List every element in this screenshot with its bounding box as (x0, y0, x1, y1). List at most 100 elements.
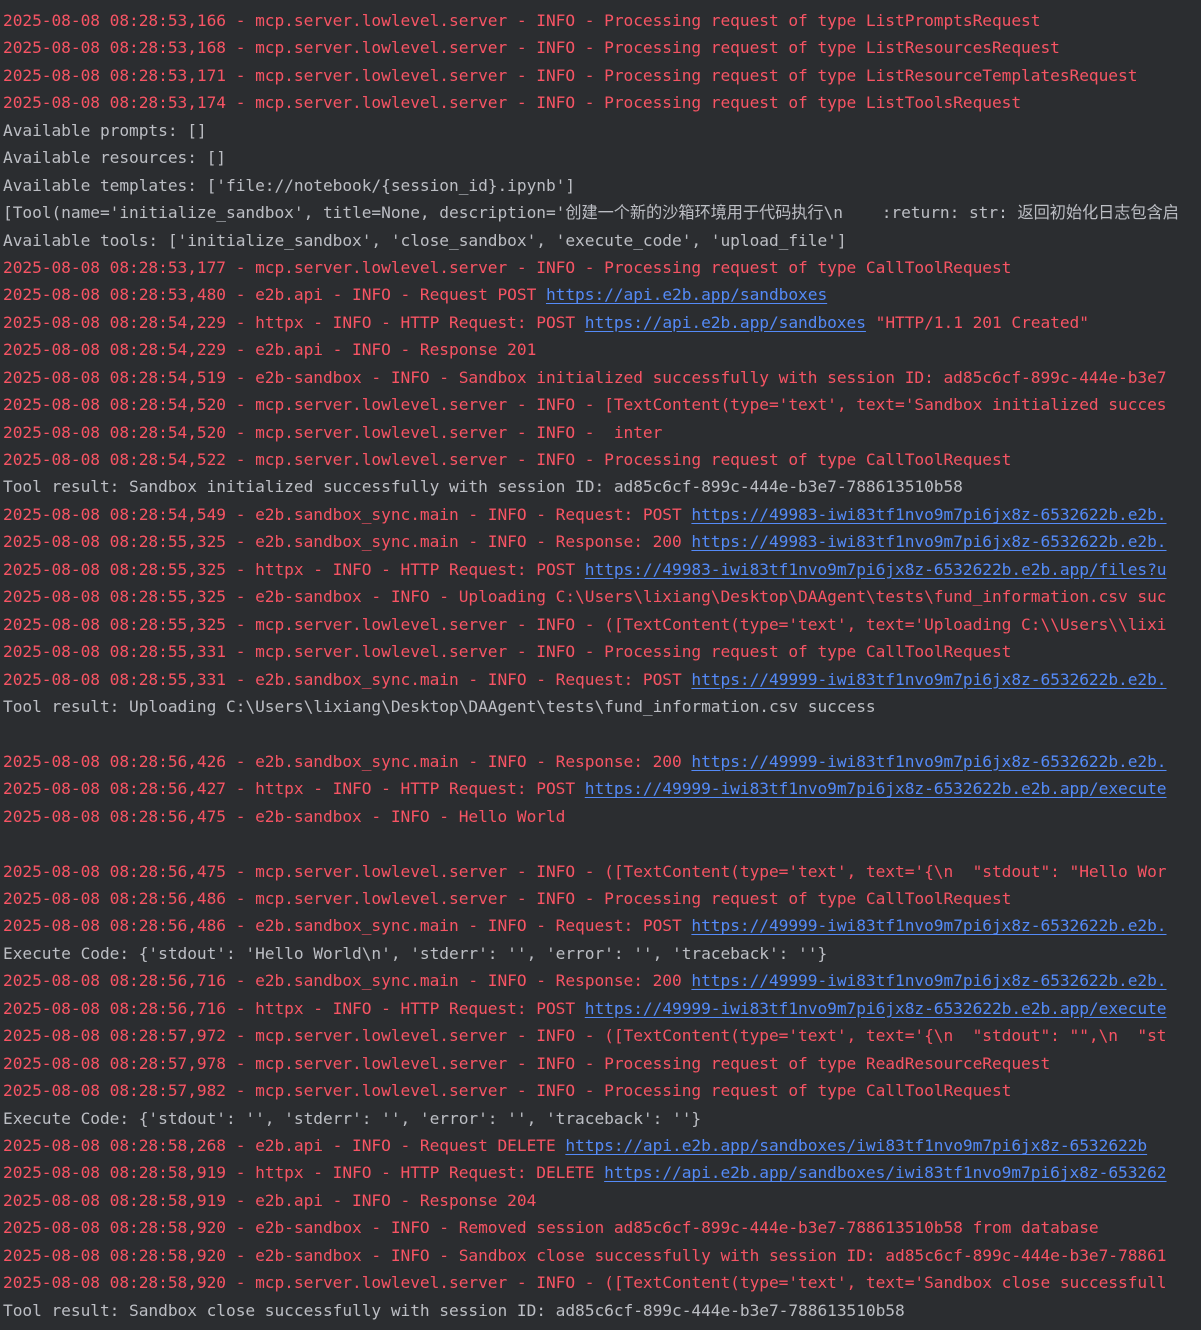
log-text: 2025-08-08 08:28:54,520 - mcp.server.low… (3, 422, 663, 442)
log-text: 2025-08-08 08:28:53,174 - mcp.server.low… (3, 93, 1022, 113)
log-line: 2025-08-08 08:28:55,331 - e2b.sandbox_sy… (0, 666, 1201, 693)
log-text: 2025-08-08 08:28:56,475 - mcp.server.low… (3, 861, 1167, 881)
url-link[interactable]: https://49999-iwi83tf1nvo9m7pi6jx8z-6532… (691, 752, 1166, 771)
url-link[interactable]: https://api.e2b.app/sandboxes (585, 313, 866, 332)
log-line: 2025-08-08 08:28:55,331 - mcp.server.low… (0, 638, 1201, 665)
stdout-line: Execute Code: {'stdout': 'Hello World\n'… (0, 940, 1201, 967)
url-link[interactable]: https://api.e2b.app/sandboxes (546, 285, 827, 304)
log-line: 2025-08-08 08:28:53,480 - e2b.api - INFO… (0, 281, 1201, 308)
log-line: 2025-08-08 08:28:53,177 - mcp.server.low… (0, 254, 1201, 281)
log-line: 2025-08-08 08:28:54,549 - e2b.sandbox_sy… (0, 501, 1201, 528)
log-line: 2025-08-08 08:28:56,716 - e2b.sandbox_sy… (0, 967, 1201, 994)
url-link[interactable]: https://49983-iwi83tf1nvo9m7pi6jx8z-6532… (585, 560, 1167, 579)
log-text: 2025-08-08 08:28:55,331 - e2b.sandbox_sy… (3, 669, 692, 689)
log-text: 2025-08-08 08:28:58,920 - e2b-sandbox - … (3, 1245, 1167, 1265)
log-line: 2025-08-08 08:28:56,486 - e2b.sandbox_sy… (0, 912, 1201, 939)
log-text: Tool result: Sandbox initialized success… (3, 477, 963, 497)
log-line: 2025-08-08 08:28:58,920 - e2b-sandbox - … (0, 1242, 1201, 1269)
log-text: 2025-08-08 08:28:56,475 - e2b-sandbox - … (3, 806, 566, 826)
log-line: 2025-08-08 08:28:53,168 - mcp.server.low… (0, 34, 1201, 61)
log-line: 2025-08-08 08:28:56,716 - httpx - INFO -… (0, 995, 1201, 1022)
log-text: Available templates: ['file://notebook/{… (3, 175, 576, 195)
log-line: 2025-08-08 08:28:57,982 - mcp.server.low… (0, 1077, 1201, 1104)
log-text: 2025-08-08 08:28:54,229 - e2b.api - INFO… (3, 340, 537, 360)
log-line: 2025-08-08 08:28:54,229 - httpx - INFO -… (0, 309, 1201, 336)
log-text: 2025-08-08 08:28:58,919 - httpx - INFO -… (3, 1163, 605, 1183)
stdout-line (0, 720, 1201, 747)
log-line: 2025-08-08 08:28:54,522 - mcp.server.low… (0, 446, 1201, 473)
log-line: 2025-08-08 08:28:53,174 - mcp.server.low… (0, 89, 1201, 116)
log-line: 2025-08-08 08:28:56,486 - mcp.server.low… (0, 885, 1201, 912)
log-text: 2025-08-08 08:28:53,480 - e2b.api - INFO… (3, 285, 546, 305)
stdout-line: Tool result: Uploading C:\Users\lixiang\… (0, 693, 1201, 720)
log-text: 2025-08-08 08:28:53,166 - mcp.server.low… (3, 11, 1041, 30)
url-link[interactable]: https://49999-iwi83tf1nvo9m7pi6jx8z-6532… (585, 779, 1167, 798)
log-text: 2025-08-08 08:28:54,549 - e2b.sandbox_sy… (3, 504, 692, 524)
log-line: 2025-08-08 08:28:57,972 - mcp.server.low… (0, 1022, 1201, 1049)
log-line: 2025-08-08 08:28:53,171 - mcp.server.low… (0, 62, 1201, 89)
url-link[interactable]: https://49983-iwi83tf1nvo9m7pi6jx8z-6532… (691, 532, 1166, 551)
log-text: Available prompts: [] (3, 120, 207, 140)
stdout-line: Tool result: Sandbox close successfully … (0, 1297, 1201, 1324)
url-link[interactable]: https://49999-iwi83tf1nvo9m7pi6jx8z-6532… (691, 916, 1166, 935)
url-link[interactable]: https://api.e2b.app/sandboxes/iwi83tf1nv… (565, 1136, 1147, 1155)
log-line: 2025-08-08 08:28:56,475 - mcp.server.low… (0, 858, 1201, 885)
stdout-line: Tool result: Sandbox initialized success… (0, 473, 1201, 500)
log-line: 2025-08-08 08:28:55,325 - e2b-sandbox - … (0, 583, 1201, 610)
log-line: 2025-08-08 08:28:55,325 - e2b.sandbox_sy… (0, 528, 1201, 555)
log-text: Tool result: Uploading C:\Users\lixiang\… (3, 696, 876, 716)
log-line: 2025-08-08 08:28:56,475 - e2b-sandbox - … (0, 803, 1201, 830)
log-text: 2025-08-08 08:28:57,972 - mcp.server.low… (3, 1026, 1167, 1046)
log-line: 2025-08-08 08:28:56,426 - e2b.sandbox_sy… (0, 748, 1201, 775)
log-text: Execute Code: {'stdout': 'Hello World\n'… (3, 943, 828, 963)
log-text: 2025-08-08 08:28:58,920 - mcp.server.low… (3, 1273, 1167, 1293)
log-text: 2025-08-08 08:28:58,268 - e2b.api - INFO… (3, 1135, 566, 1155)
log-text: 2025-08-08 08:28:58,920 - e2b-sandbox - … (3, 1218, 1099, 1238)
log-text: 2025-08-08 08:28:54,519 - e2b-sandbox - … (3, 367, 1167, 387)
log-line: 2025-08-08 08:28:58,919 - httpx - INFO -… (0, 1159, 1201, 1186)
log-line: 2025-08-08 08:28:58,920 - e2b-sandbox - … (0, 1214, 1201, 1241)
url-link[interactable]: https://49999-iwi83tf1nvo9m7pi6jx8z-6532… (691, 670, 1166, 689)
log-line: 2025-08-08 08:28:54,229 - e2b.api - INFO… (0, 336, 1201, 363)
log-text: Available resources: [] (3, 148, 227, 168)
log-text: 2025-08-08 08:28:53,168 - mcp.server.low… (3, 38, 1060, 58)
log-text: 2025-08-08 08:28:57,978 - mcp.server.low… (3, 1053, 1051, 1073)
log-text: [Tool(name='initialize_sandbox', title=N… (3, 203, 1179, 223)
url-link[interactable]: https://49999-iwi83tf1nvo9m7pi6jx8z-6532… (691, 971, 1166, 990)
log-text: 2025-08-08 08:28:56,486 - mcp.server.low… (3, 889, 1012, 908)
log-text: Tool result: Sandbox close successfully … (3, 1300, 905, 1320)
log-line: 2025-08-08 08:28:57,978 - mcp.server.low… (0, 1050, 1201, 1077)
log-text: 2025-08-08 08:28:54,229 - httpx - INFO -… (3, 312, 585, 332)
url-link[interactable]: https://49983-iwi83tf1nvo9m7pi6jx8z-6532… (691, 505, 1166, 524)
log-text: 2025-08-08 08:28:56,486 - e2b.sandbox_sy… (3, 916, 692, 936)
log-line: 2025-08-08 08:28:56,427 - httpx - INFO -… (0, 775, 1201, 802)
stdout-line: Available prompts: [] (0, 117, 1201, 144)
log-line: 2025-08-08 08:28:53,166 - mcp.server.low… (0, 7, 1201, 34)
console-output[interactable]: 2025-08-08 08:28:53,166 - mcp.server.low… (0, 0, 1201, 1330)
log-text: 2025-08-08 08:28:53,177 - mcp.server.low… (3, 257, 1012, 277)
url-link[interactable]: https://49999-iwi83tf1nvo9m7pi6jx8z-6532… (585, 999, 1167, 1018)
log-line: 2025-08-08 08:28:58,920 - mcp.server.low… (0, 1269, 1201, 1296)
log-line: 2025-08-08 08:28:55,325 - httpx - INFO -… (0, 556, 1201, 583)
log-text: 2025-08-08 08:28:55,325 - httpx - INFO -… (3, 559, 585, 579)
log-line: 2025-08-08 08:28:54,520 - mcp.server.low… (0, 419, 1201, 446)
stdout-line: Available resources: [] (0, 144, 1201, 171)
log-text: 2025-08-08 08:28:57,982 - mcp.server.low… (3, 1081, 1012, 1101)
stdout-line: Execute Code: {'stdout': '', 'stderr': '… (0, 1105, 1201, 1132)
log-text: 2025-08-08 08:28:55,331 - mcp.server.low… (3, 642, 1012, 662)
log-line: 2025-08-08 08:28:54,520 - mcp.server.low… (0, 391, 1201, 418)
log-line: 2025-08-08 08:28:55,325 - mcp.server.low… (0, 611, 1201, 638)
stdout-line: Available templates: ['file://notebook/{… (0, 172, 1201, 199)
url-link[interactable]: https://api.e2b.app/sandboxes/iwi83tf1nv… (604, 1163, 1166, 1182)
log-line: 2025-08-08 08:28:58,919 - e2b.api - INFO… (0, 1187, 1201, 1214)
log-text: 2025-08-08 08:28:55,325 - e2b-sandbox - … (3, 587, 1167, 607)
log-text: 2025-08-08 08:28:58,919 - e2b.api - INFO… (3, 1190, 537, 1210)
log-text: 2025-08-08 08:28:54,520 - mcp.server.low… (3, 395, 1167, 415)
log-line: 2025-08-08 08:28:54,519 - e2b-sandbox - … (0, 364, 1201, 391)
stdout-line: [Tool(name='initialize_sandbox', title=N… (0, 199, 1201, 226)
log-text: 2025-08-08 08:28:56,426 - e2b.sandbox_sy… (3, 751, 692, 771)
log-text: 2025-08-08 08:28:54,522 - mcp.server.low… (3, 450, 1012, 469)
log-text: 2025-08-08 08:28:55,325 - e2b.sandbox_sy… (3, 532, 692, 552)
stdout-line: Available tools: ['initialize_sandbox', … (0, 227, 1201, 254)
